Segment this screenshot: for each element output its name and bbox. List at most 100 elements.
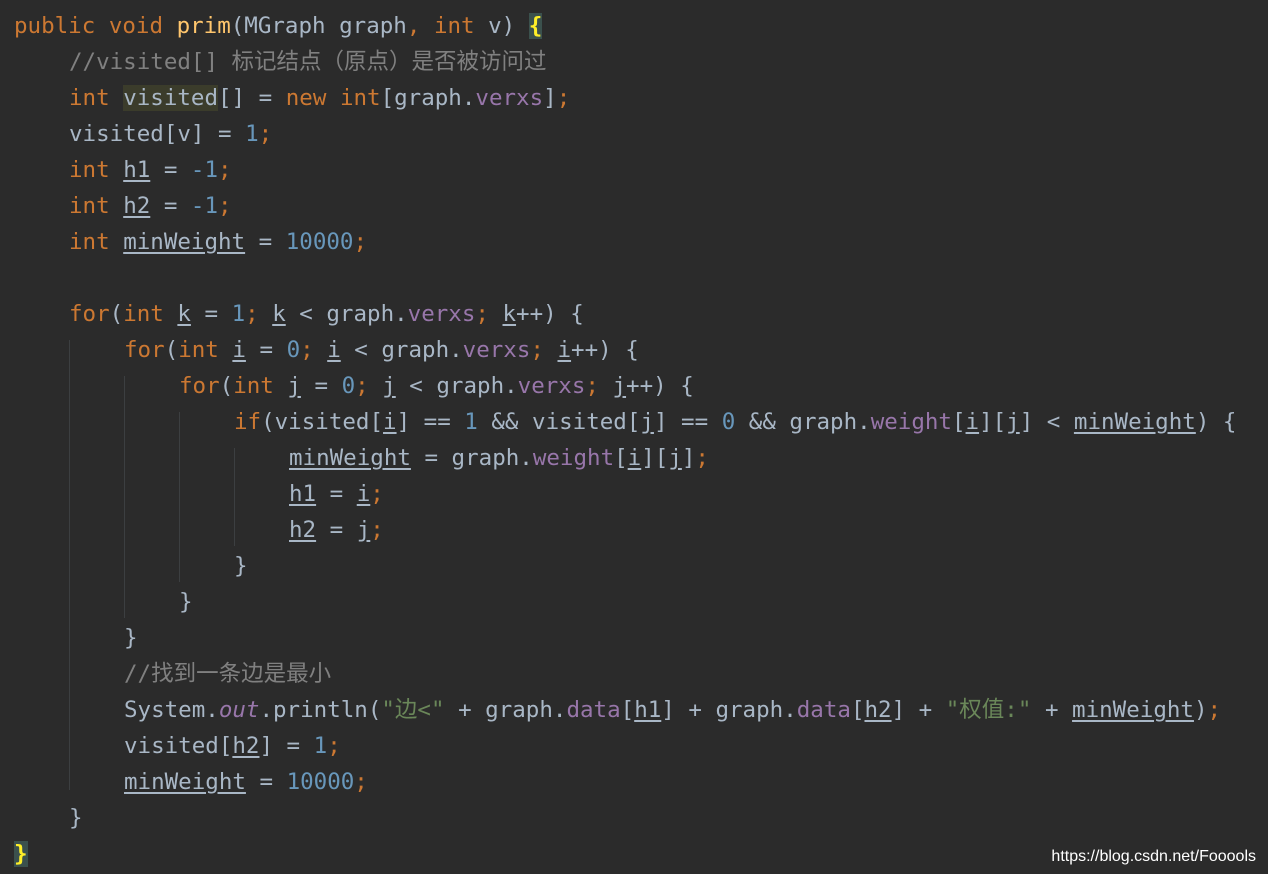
code-token: h2 xyxy=(123,193,151,219)
code-token: ; xyxy=(1207,697,1222,723)
code-token: minWeight xyxy=(123,229,246,255)
code-token: i xyxy=(557,337,572,363)
code-token: = xyxy=(245,769,287,795)
code-token: i xyxy=(356,481,371,507)
code-token: out xyxy=(218,697,260,723)
code-line: h1 = i; xyxy=(289,476,384,512)
code-line: } xyxy=(179,584,193,620)
code-token: void xyxy=(108,13,177,39)
code-token: ; xyxy=(475,301,503,327)
code-token: int xyxy=(123,301,178,327)
code-line: int h2 = -1; xyxy=(69,188,232,224)
code-token: ; xyxy=(258,121,273,147)
code-token: = xyxy=(245,229,286,255)
code-token: ; xyxy=(530,337,558,363)
code-token: j xyxy=(668,445,682,471)
code-token: i xyxy=(327,337,341,363)
code-token: 0 xyxy=(341,373,356,399)
code-line: for(int j = 0; j < graph.verxs; j++) { xyxy=(179,368,694,404)
code-token: data xyxy=(796,697,851,723)
code-token: verxs xyxy=(407,301,476,327)
code-token: i xyxy=(965,409,980,435)
code-token: int xyxy=(69,85,124,111)
code-token: ; xyxy=(218,157,232,183)
code-line: if(visited[i] == 1 && visited[j] == 0 &&… xyxy=(234,404,1236,440)
code-token: prim xyxy=(176,13,231,39)
code-token: ++) { xyxy=(571,337,639,363)
code-token: = xyxy=(150,157,191,183)
code-token: 0 xyxy=(286,337,301,363)
code-token: } xyxy=(179,589,193,615)
code-token: if xyxy=(234,409,262,435)
code-token: ( xyxy=(109,301,124,327)
code-token: j xyxy=(640,409,654,435)
code-token: ; xyxy=(585,373,613,399)
code-line: System.out.println("边<" + graph.data[h1]… xyxy=(124,692,1221,728)
code-token: i xyxy=(232,337,246,363)
code-token: ] == xyxy=(396,409,465,435)
code-token: verxs xyxy=(517,373,586,399)
code-line: for(int k = 1; k < graph.verxs; k++) { xyxy=(69,296,584,332)
code-token: h2 xyxy=(289,517,317,543)
code-line: minWeight = graph.weight[i][j]; xyxy=(289,440,709,476)
code-token: = xyxy=(190,301,232,327)
code-token: ; xyxy=(218,193,232,219)
code-token: h1 xyxy=(289,481,317,507)
code-token: ] + graph. xyxy=(661,697,797,723)
code-token: ) xyxy=(1193,697,1208,723)
code-token: ; xyxy=(300,337,328,363)
code-token: 10000 xyxy=(286,769,355,795)
code-token: 10000 xyxy=(285,229,354,255)
code-token: ; xyxy=(370,481,384,507)
code-token: //找到一条边是最小 xyxy=(124,661,332,687)
code-token: for xyxy=(179,373,220,399)
code-token: data xyxy=(566,697,621,723)
code-token: .println( xyxy=(259,697,382,723)
code-token: ; xyxy=(327,733,341,759)
code-token: ] + xyxy=(891,697,946,723)
code-token: k xyxy=(177,301,191,327)
code-token: int xyxy=(433,13,489,39)
code-token: -1 xyxy=(190,157,219,183)
code-token: ][ xyxy=(641,445,669,471)
code-token: < graph. xyxy=(285,301,408,327)
code-token: h2 xyxy=(864,697,892,723)
code-token: ; xyxy=(370,517,384,543)
code-token: minWeight xyxy=(1072,697,1194,723)
code-line: int minWeight = 10000; xyxy=(69,224,367,260)
code-token: = xyxy=(316,481,357,507)
indent-guide xyxy=(179,412,180,582)
code-token: = graph. xyxy=(410,445,533,471)
code-line: minWeight = 10000; xyxy=(124,764,368,800)
code-token: weight xyxy=(532,445,615,471)
code-token: 1 xyxy=(231,301,246,327)
code-token: = xyxy=(245,337,287,363)
code-token: int xyxy=(69,229,124,255)
code-token: visited[ xyxy=(124,733,233,759)
code-token: ) { xyxy=(1195,409,1237,435)
code-token: [ xyxy=(951,409,966,435)
code-token: ; xyxy=(245,301,273,327)
code-token: (MGraph graph xyxy=(230,13,407,39)
code-line: //找到一条边是最小 xyxy=(124,656,331,692)
code-token: System. xyxy=(124,697,219,723)
code-token: weight xyxy=(870,409,952,435)
code-token: 1 xyxy=(245,121,259,147)
code-editor[interactable]: public void prim(MGraph graph, int v) {/… xyxy=(0,0,1268,874)
code-token: = xyxy=(316,517,357,543)
code-line: } xyxy=(69,800,83,836)
code-token: h2 xyxy=(232,733,260,759)
code-token: h1 xyxy=(634,697,662,723)
code-line: for(int i = 0; i < graph.verxs; i++) { xyxy=(124,332,639,368)
code-token: ; xyxy=(354,769,368,795)
code-token: j xyxy=(356,517,371,543)
code-line: } xyxy=(14,836,28,872)
code-token: ; xyxy=(355,373,383,399)
code-token: ] == xyxy=(653,409,722,435)
code-line: visited[h2] = 1; xyxy=(124,728,341,764)
indent-guide xyxy=(124,376,125,618)
code-token: ++) { xyxy=(626,373,694,399)
code-token: ; xyxy=(695,445,709,471)
code-token: ( xyxy=(164,337,179,363)
code-token: ] xyxy=(543,85,557,111)
